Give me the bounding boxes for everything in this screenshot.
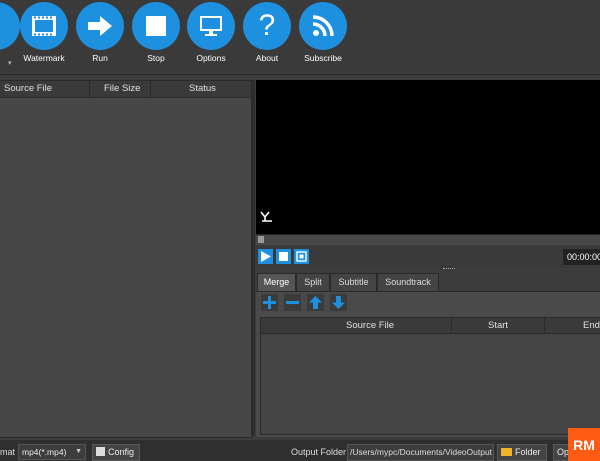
column-merge-source-file[interactable]: Source File: [346, 320, 394, 331]
watermark-label: Watermark: [23, 53, 65, 63]
format-select[interactable]: mp4(*.mp4) ▼: [18, 444, 86, 460]
play-button[interactable]: [258, 249, 273, 264]
column-file-size[interactable]: File Size: [104, 83, 140, 94]
monitor-icon: [187, 2, 235, 50]
output-path-field[interactable]: /Users/mypc/Documents/VideoOutput: [347, 444, 494, 461]
tab-subtitle[interactable]: Subtitle: [330, 273, 377, 292]
stop-playback-button[interactable]: [276, 249, 291, 264]
run-label: Run: [92, 53, 108, 63]
stop-button[interactable]: Stop: [126, 2, 186, 63]
tab-merge[interactable]: Merge: [257, 273, 296, 292]
panel-splitter-grip[interactable]: [443, 268, 455, 272]
column-status[interactable]: Status: [189, 83, 216, 94]
video-preview: [256, 80, 600, 234]
options-button[interactable]: Options: [181, 2, 241, 63]
column-start[interactable]: Start: [488, 320, 508, 331]
arrow-right-icon: [76, 2, 124, 50]
fullscreen-button[interactable]: [294, 249, 309, 264]
rss-icon: [299, 2, 347, 50]
file-list-header: Source File File Size Status: [0, 81, 251, 98]
tab-soundtrack[interactable]: Soundtrack: [377, 273, 439, 292]
subscribe-button[interactable]: Subscribe: [293, 2, 353, 63]
folder-label: Folder: [515, 447, 541, 457]
move-down-button[interactable]: [330, 294, 347, 311]
arrow-up-icon: [309, 296, 322, 309]
subscribe-label: Subscribe: [304, 53, 342, 63]
chevron-down-icon: ▼: [75, 448, 82, 455]
folder-button[interactable]: Folder: [497, 444, 547, 461]
about-button[interactable]: ? About: [237, 2, 297, 63]
merge-table[interactable]: Source File Start End: [260, 317, 600, 435]
question-icon: ?: [243, 2, 291, 50]
about-label: About: [255, 53, 279, 63]
folder-icon: [501, 448, 512, 456]
format-value: mp4(*.mp4): [22, 447, 67, 457]
merge-table-header: Source File Start End: [261, 318, 600, 334]
chevron-down-icon[interactable]: ▾: [8, 59, 12, 67]
tab-split[interactable]: Split: [296, 273, 330, 292]
move-up-button[interactable]: [307, 294, 324, 311]
format-label: mat: [0, 447, 16, 457]
tab-bar: Merge Split Subtitle Soundtrack: [256, 273, 600, 292]
player-controls: [256, 246, 600, 268]
output-path-value: /Users/mypc/Documents/VideoOutput: [350, 447, 493, 457]
snapshot-icon[interactable]: [258, 210, 274, 227]
seek-handle[interactable]: [258, 236, 264, 243]
run-button[interactable]: Run: [70, 2, 130, 63]
config-icon: [96, 447, 105, 456]
arrow-down-icon: [332, 296, 345, 309]
config-label: Config: [108, 447, 135, 457]
vertical-splitter[interactable]: [252, 80, 255, 436]
options-label: Options: [196, 53, 226, 63]
plus-icon: [263, 296, 276, 309]
config-button[interactable]: Config: [92, 444, 140, 461]
seek-bar[interactable]: [256, 234, 600, 245]
column-end[interactable]: End: [583, 320, 600, 331]
stop-icon: [132, 2, 180, 50]
remove-clip-button[interactable]: [284, 294, 301, 311]
stop-label: Stop: [147, 53, 165, 63]
timecode: 00:00:00: [563, 249, 600, 265]
column-source-file[interactable]: Source File: [4, 83, 52, 94]
minus-icon: [286, 301, 299, 304]
file-list[interactable]: Source File File Size Status: [0, 80, 252, 438]
rm-logo: RM: [568, 428, 600, 461]
film-icon: [20, 2, 68, 50]
add-clip-button[interactable]: [261, 294, 278, 311]
output-folder-label: Output Folder: [291, 447, 347, 457]
watermark-button[interactable]: Watermark: [14, 2, 74, 63]
toolbar: ▾ Watermark Run Stop Options ? About Sub…: [0, 0, 600, 75]
